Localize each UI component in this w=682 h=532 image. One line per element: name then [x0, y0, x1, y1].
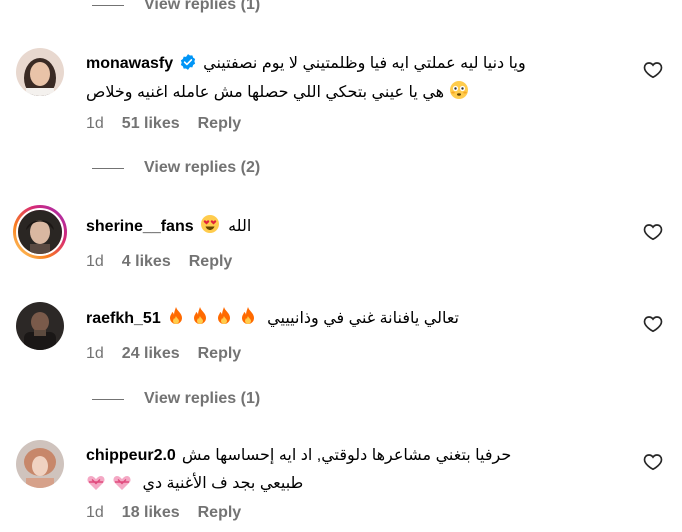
heart-outline-icon[interactable]: [643, 60, 663, 80]
likes-count[interactable]: 18 likes: [122, 504, 180, 522]
heart-ribbon-emoji: [87, 476, 105, 490]
comment-text: ويا دنيا ليه عملتي ايه فيا وظلمتيني لا ي…: [203, 55, 526, 72]
comment-time: 1d: [86, 253, 104, 270]
comment-text: تعالي يافنانة غني في وذانيييي: [267, 310, 460, 327]
reply-button[interactable]: Reply: [198, 115, 242, 133]
divider-line: [92, 398, 124, 400]
heart-outline-icon[interactable]: [643, 452, 663, 472]
avatar[interactable]: [16, 302, 64, 350]
comment-time: 1d: [86, 345, 104, 362]
view-replies-raefkh[interactable]: View replies (1): [92, 390, 260, 408]
comment-text-line2: هي يا عيني بتحكي اللي حصلها مش عامله اغن…: [86, 84, 445, 101]
fire-emoji: [169, 307, 182, 324]
fire-emoji: [193, 307, 206, 324]
avatar[interactable]: [16, 440, 64, 488]
comment-text: الله: [228, 218, 252, 235]
divider-line: [92, 4, 124, 6]
fire-emoji: [217, 307, 230, 324]
comment-time: 1d: [86, 115, 104, 132]
heart-ribbon-emoji: [113, 476, 131, 490]
heart-eyes-emoji: [200, 215, 219, 233]
comment-username[interactable]: raefkh_51: [86, 310, 161, 327]
divider-line: [92, 167, 124, 169]
reply-button[interactable]: Reply: [189, 253, 233, 271]
view-replies-label: View replies (2): [144, 159, 261, 176]
likes-count[interactable]: 24 likes: [122, 345, 180, 363]
comment-time: 1d: [86, 504, 104, 521]
likes-count[interactable]: 4 likes: [122, 253, 171, 271]
likes-count[interactable]: 51 likes: [122, 115, 180, 133]
heart-outline-icon[interactable]: [643, 314, 663, 334]
view-replies-label: View replies (1): [144, 390, 261, 407]
heart-outline-icon[interactable]: [643, 222, 663, 242]
comment-text-line2: طبيعي بجد ف الأغنية دي: [142, 475, 304, 492]
comment-username[interactable]: sherine__fans: [86, 218, 194, 235]
reply-button[interactable]: Reply: [198, 504, 242, 522]
reply-button[interactable]: Reply: [198, 345, 242, 363]
fire-emoji: [241, 307, 254, 324]
comment-text: حرفيا بتغني مشاعرها دلوقتي, اد ايه إحساس…: [181, 447, 512, 464]
verified-badge-icon: [181, 54, 196, 70]
view-replies-top[interactable]: View replies (1): [92, 0, 260, 14]
comment-username[interactable]: chippeur2.0: [86, 447, 176, 464]
comment-username[interactable]: monawasfy: [86, 55, 173, 72]
view-replies-label: View replies (1): [144, 0, 261, 13]
avatar[interactable]: [16, 48, 64, 96]
avatar-story-ring[interactable]: [13, 205, 67, 259]
view-replies-monawasfy[interactable]: View replies (2): [92, 159, 260, 177]
flushed-face-emoji: [449, 81, 468, 99]
